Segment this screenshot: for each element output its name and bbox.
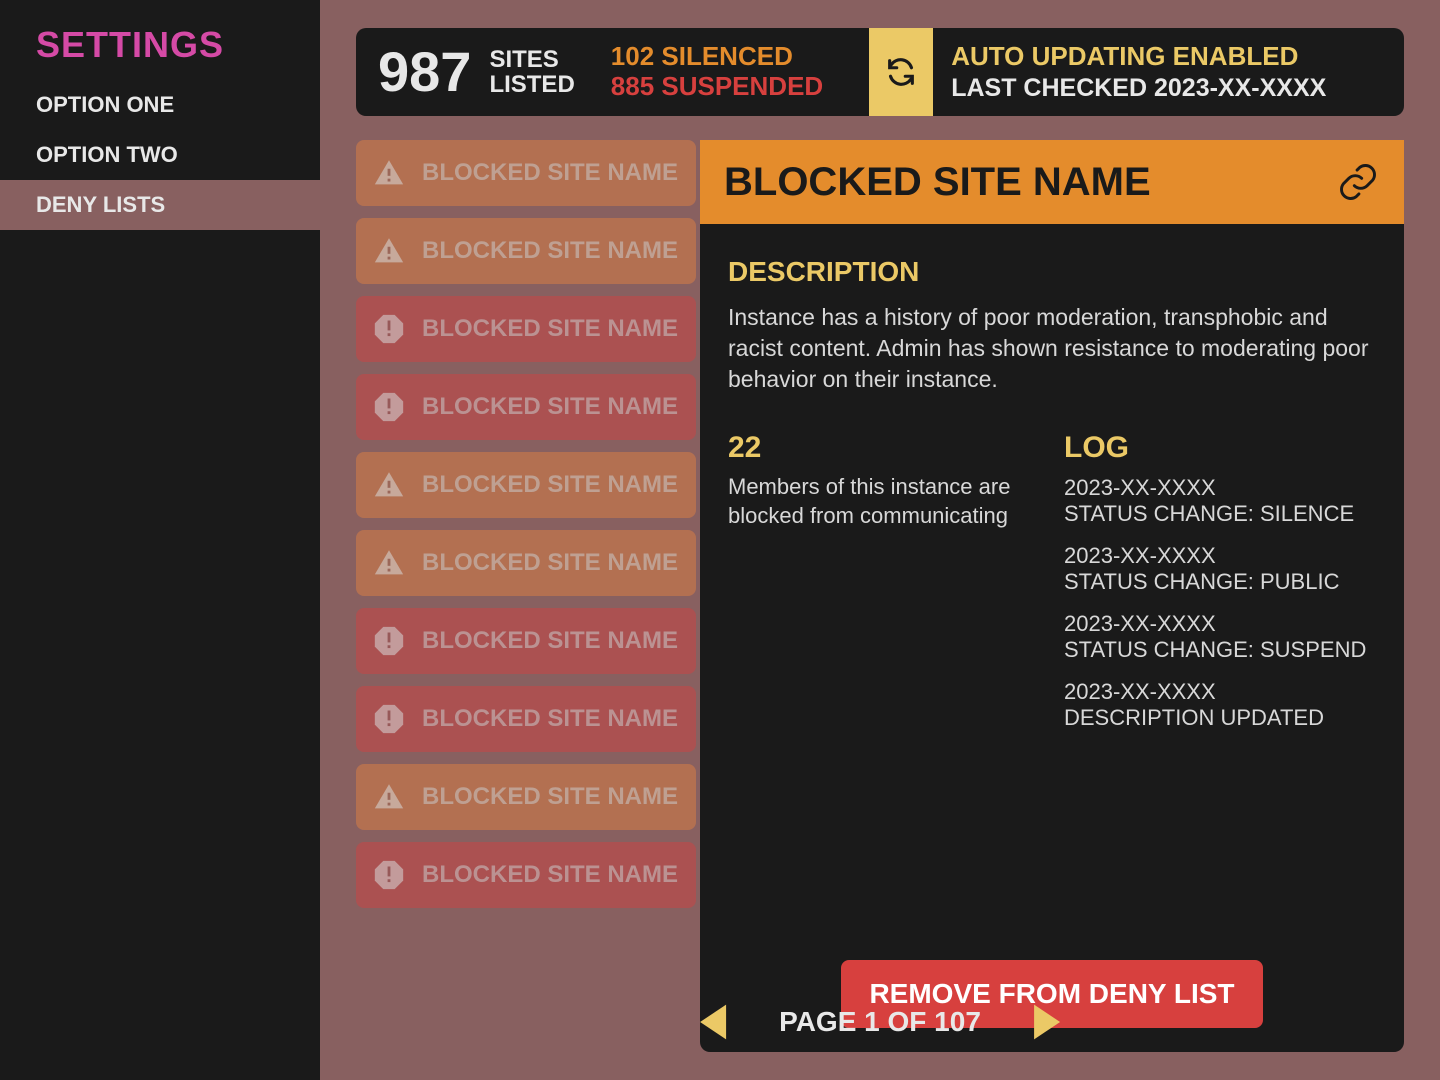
sites-label: SITES LISTED <box>489 47 574 97</box>
auto-update-status: AUTO UPDATING ENABLED LAST CHECKED 2023-… <box>951 41 1326 102</box>
warning-octagon-icon <box>372 312 406 346</box>
refresh-button[interactable] <box>869 28 933 116</box>
site-list-item[interactable]: BLOCKED SITE NAME <box>356 608 696 674</box>
warning-triangle-icon <box>372 468 406 502</box>
detail-panel: BLOCKED SITE NAME DESCRIPTION Instance h… <box>700 140 1404 1052</box>
site-item-name: BLOCKED SITE NAME <box>422 393 678 421</box>
warning-octagon-icon <box>372 858 406 892</box>
header-bar: 987 SITES LISTED 102 SILENCED 885 SUSPEN… <box>356 28 1404 116</box>
site-list-item[interactable]: BLOCKED SITE NAME <box>356 842 696 908</box>
site-item-name: BLOCKED SITE NAME <box>422 783 678 811</box>
stat-suspended: 885 SUSPENDED <box>611 72 823 102</box>
log-date: 2023-XX-XXXX <box>1064 611 1376 637</box>
next-page-button[interactable] <box>1021 996 1073 1048</box>
auto-update-last-checked: LAST CHECKED 2023-XX-XXXX <box>951 73 1326 103</box>
members-count: 22 <box>728 431 1040 465</box>
warning-octagon-icon <box>372 390 406 424</box>
log-action: STATUS CHANGE: SUSPEND <box>1064 637 1376 663</box>
warning-octagon-icon <box>372 702 406 736</box>
sidebar-title: SETTINGS <box>0 24 320 80</box>
site-item-name: BLOCKED SITE NAME <box>422 549 678 577</box>
sites-count: 987 <box>378 44 471 100</box>
detail-title: BLOCKED SITE NAME <box>724 160 1151 205</box>
log-date: 2023-XX-XXXX <box>1064 679 1376 705</box>
sidebar-top: SETTINGS OPTION ONEOPTION TWODENY LISTS <box>0 0 320 244</box>
site-list-item[interactable]: BLOCKED SITE NAME <box>356 452 696 518</box>
sidebar-remainder <box>0 244 320 1080</box>
detail-header: BLOCKED SITE NAME <box>700 140 1404 224</box>
members-column: 22 Members of this instance are blocked … <box>728 431 1040 747</box>
log-entry: 2023-XX-XXXXDESCRIPTION UPDATED <box>1064 679 1376 731</box>
sites-label-top: SITES <box>489 47 574 72</box>
log-date: 2023-XX-XXXX <box>1064 475 1376 501</box>
detail-body: DESCRIPTION Instance has a history of po… <box>700 224 1404 1052</box>
site-item-name: BLOCKED SITE NAME <box>422 705 678 733</box>
site-list-item[interactable]: BLOCKED SITE NAME <box>356 530 696 596</box>
site-item-name: BLOCKED SITE NAME <box>422 315 678 343</box>
warning-triangle-icon <box>372 780 406 814</box>
site-item-name: BLOCKED SITE NAME <box>422 159 678 187</box>
sites-label-bottom: LISTED <box>489 72 574 97</box>
description-heading: DESCRIPTION <box>728 256 1376 288</box>
log-column: LOG 2023-XX-XXXXSTATUS CHANGE: SILENCE20… <box>1064 431 1376 747</box>
description-text: Instance has a history of poor moderatio… <box>728 302 1376 395</box>
log-action: STATUS CHANGE: SILENCE <box>1064 501 1376 527</box>
log-date: 2023-XX-XXXX <box>1064 543 1376 569</box>
sidebar: SETTINGS OPTION ONEOPTION TWODENY LISTS <box>0 0 320 1080</box>
warning-triangle-icon <box>372 546 406 580</box>
sidebar-item-2[interactable]: DENY LISTS <box>0 180 320 230</box>
main-content: 987 SITES LISTED 102 SILENCED 885 SUSPEN… <box>320 0 1440 1080</box>
log-action: DESCRIPTION UPDATED <box>1064 705 1376 731</box>
log-heading: LOG <box>1064 431 1376 465</box>
site-list-item[interactable]: BLOCKED SITE NAME <box>356 218 696 284</box>
content-row: BLOCKED SITE NAMEBLOCKED SITE NAMEBLOCKE… <box>356 140 1404 1052</box>
stat-silenced: 102 SILENCED <box>611 42 823 72</box>
stat-block: 102 SILENCED 885 SUSPENDED <box>611 42 823 102</box>
site-list-item[interactable]: BLOCKED SITE NAME <box>356 686 696 752</box>
site-item-name: BLOCKED SITE NAME <box>422 627 678 655</box>
site-item-name: BLOCKED SITE NAME <box>422 861 678 889</box>
log-entry: 2023-XX-XXXXSTATUS CHANGE: PUBLIC <box>1064 543 1376 595</box>
site-list-item[interactable]: BLOCKED SITE NAME <box>356 374 696 440</box>
auto-update-enabled: AUTO UPDATING ENABLED <box>951 41 1326 72</box>
pagination: PAGE 1 OF 107 <box>687 996 1073 1048</box>
sidebar-item-1[interactable]: OPTION TWO <box>0 130 320 180</box>
log-entry: 2023-XX-XXXXSTATUS CHANGE: SILENCE <box>1064 475 1376 527</box>
site-item-name: BLOCKED SITE NAME <box>422 237 678 265</box>
log-action: STATUS CHANGE: PUBLIC <box>1064 569 1376 595</box>
site-item-name: BLOCKED SITE NAME <box>422 471 678 499</box>
link-icon[interactable] <box>1336 160 1380 204</box>
refresh-icon <box>884 55 918 89</box>
detail-columns: 22 Members of this instance are blocked … <box>728 431 1376 747</box>
warning-triangle-icon <box>372 156 406 190</box>
site-list-item[interactable]: BLOCKED SITE NAME <box>356 140 696 206</box>
site-list-item[interactable]: BLOCKED SITE NAME <box>356 764 696 830</box>
page-label: PAGE 1 OF 107 <box>779 1006 981 1038</box>
site-list-item[interactable]: BLOCKED SITE NAME <box>356 296 696 362</box>
warning-octagon-icon <box>372 624 406 658</box>
sidebar-item-0[interactable]: OPTION ONE <box>0 80 320 130</box>
site-list: BLOCKED SITE NAME BLOCKED SITE NAME BLOCKE… <box>356 140 696 1052</box>
members-text: Members of this instance are blocked fro… <box>728 473 1040 530</box>
prev-page-button[interactable] <box>687 996 739 1048</box>
warning-triangle-icon <box>372 234 406 268</box>
log-entry: 2023-XX-XXXXSTATUS CHANGE: SUSPEND <box>1064 611 1376 663</box>
